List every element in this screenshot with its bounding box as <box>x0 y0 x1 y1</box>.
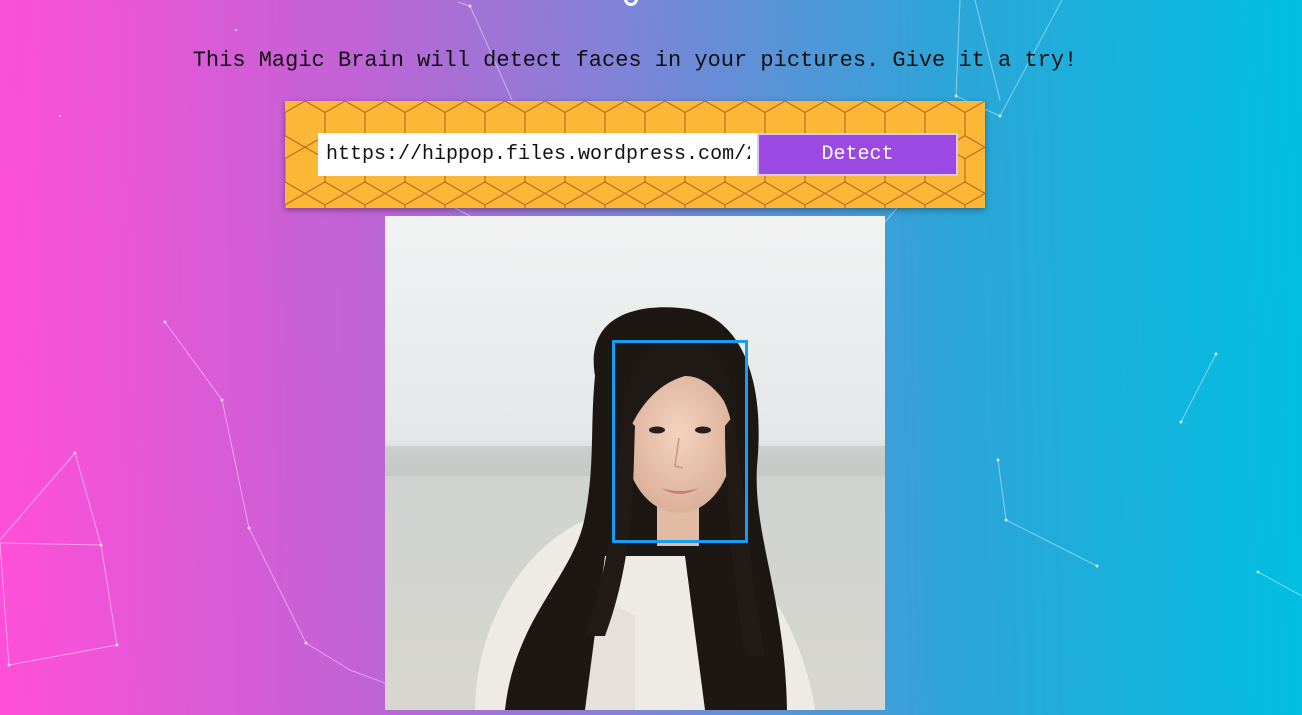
detect-button[interactable]: Detect <box>757 133 958 176</box>
face-bounding-box <box>612 340 748 543</box>
url-form-panel: Detect <box>285 101 985 208</box>
input-photo <box>385 216 885 710</box>
page-tagline: This Magic Brain will detect faces in yo… <box>192 48 1078 73</box>
brain-logo-icon[interactable] <box>624 0 638 6</box>
image-url-input[interactable] <box>318 133 758 176</box>
